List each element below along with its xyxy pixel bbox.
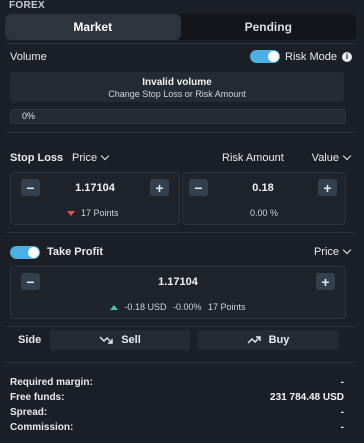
take-profit-label: Take Profit: [47, 246, 104, 258]
tab-pending[interactable]: Pending: [181, 14, 357, 40]
triangle-up-icon: [110, 305, 119, 311]
divider: [5, 43, 356, 44]
spread-value: -: [340, 407, 344, 418]
plus-icon[interactable]: +: [317, 179, 337, 196]
required-margin-value: -: [340, 377, 344, 388]
progress-label: 0%: [22, 111, 36, 121]
take-profit-details: -0.18 USD -0.00% 17 Points: [11, 302, 345, 312]
side-label: Side: [18, 334, 42, 346]
invalid-volume-alert: Invalid volume Change Stop Loss or Risk …: [10, 72, 344, 102]
required-margin-row: Required margin: -: [10, 377, 344, 388]
commission-label: Commission:: [10, 422, 74, 433]
take-profit-toggle[interactable]: [10, 246, 40, 259]
commission-value: -: [340, 422, 344, 433]
volume-label: Volume: [10, 51, 47, 63]
divider: [5, 132, 356, 133]
risk-amount-card: − 0.18 + 0.00 %: [182, 172, 346, 225]
minus-icon[interactable]: −: [21, 273, 40, 290]
take-profit-value[interactable]: 1.17104: [158, 276, 198, 288]
take-profit-toggle-wrap: [10, 246, 40, 259]
chevron-down-icon: [342, 151, 352, 161]
sell-label: Sell: [121, 334, 141, 346]
free-funds-value: 231 784.48 USD: [270, 392, 344, 403]
plus-icon[interactable]: +: [315, 273, 335, 290]
trend-down-icon: [99, 336, 113, 344]
stop-loss-mode-value: Price: [72, 152, 98, 164]
triangle-down-icon: [67, 211, 75, 217]
risk-mode-control: Risk Mode i: [250, 50, 352, 63]
risk-amount-label: Risk Amount: [222, 152, 284, 164]
risk-mode-label: Risk Mode: [285, 50, 337, 63]
stop-loss-label: Stop Loss: [10, 152, 64, 164]
risk-amount-mode-select[interactable]: Value: [311, 151, 352, 164]
risk-amount-mode-value: Value: [311, 152, 339, 164]
minus-icon[interactable]: −: [189, 179, 208, 196]
header-title: FOREX: [9, 0, 45, 11]
stop-loss-value[interactable]: 1.17104: [75, 182, 115, 194]
take-profit-usd: -0.18 USD: [124, 302, 167, 312]
tab-market[interactable]: Market: [5, 14, 181, 40]
take-profit-mode-value: Price: [313, 246, 339, 258]
take-profit-percent: -0.00%: [172, 302, 202, 312]
volume-progress-bar: 0%: [10, 109, 346, 124]
alert-subtitle: Change Stop Loss or Risk Amount: [108, 89, 246, 99]
stop-loss-mode-select[interactable]: Price: [72, 151, 110, 164]
info-icon[interactable]: i: [342, 51, 352, 62]
order-type-tabs: Market Pending: [5, 14, 356, 40]
trend-up-icon: [247, 336, 261, 344]
chevron-down-icon: [100, 151, 110, 161]
stop-loss-points: 17 Points: [67, 208, 119, 218]
minus-icon[interactable]: −: [21, 179, 40, 196]
divider: [5, 326, 356, 327]
divider: [5, 232, 356, 233]
buy-button[interactable]: Buy: [197, 330, 339, 350]
required-margin-label: Required margin:: [10, 377, 93, 388]
risk-mode-toggle[interactable]: [250, 50, 281, 63]
buy-label: Buy: [268, 334, 290, 346]
commission-row: Commission: -: [10, 422, 344, 433]
chevron-down-icon: [342, 245, 352, 255]
risk-amount-stepper: − 0.18 +: [189, 179, 337, 196]
stop-loss-points-text: 17 Points: [81, 208, 119, 218]
take-profit-stepper: − 1.17104 +: [21, 273, 335, 290]
spread-row: Spread: -: [10, 407, 344, 418]
stop-loss-card: − 1.17104 + 17 Points: [10, 172, 180, 225]
take-profit-points: 17 Points: [208, 302, 246, 312]
plus-icon[interactable]: +: [149, 179, 169, 196]
spread-label: Spread:: [10, 407, 48, 418]
stop-loss-stepper: − 1.17104 +: [21, 179, 169, 196]
alert-title: Invalid volume: [142, 77, 212, 88]
free-funds-label: Free funds:: [10, 392, 65, 403]
risk-amount-percent: 0.00 %: [249, 208, 279, 218]
sell-button[interactable]: Sell: [50, 330, 190, 350]
risk-amount-value[interactable]: 0.18: [252, 182, 273, 194]
divider: [5, 362, 356, 363]
take-profit-mode-select[interactable]: Price: [313, 245, 352, 258]
take-profit-card: − 1.17104 + -0.18 USD -0.00% 17 Points: [10, 266, 346, 319]
free-funds-row: Free funds: 231 784.48 USD: [10, 392, 344, 403]
